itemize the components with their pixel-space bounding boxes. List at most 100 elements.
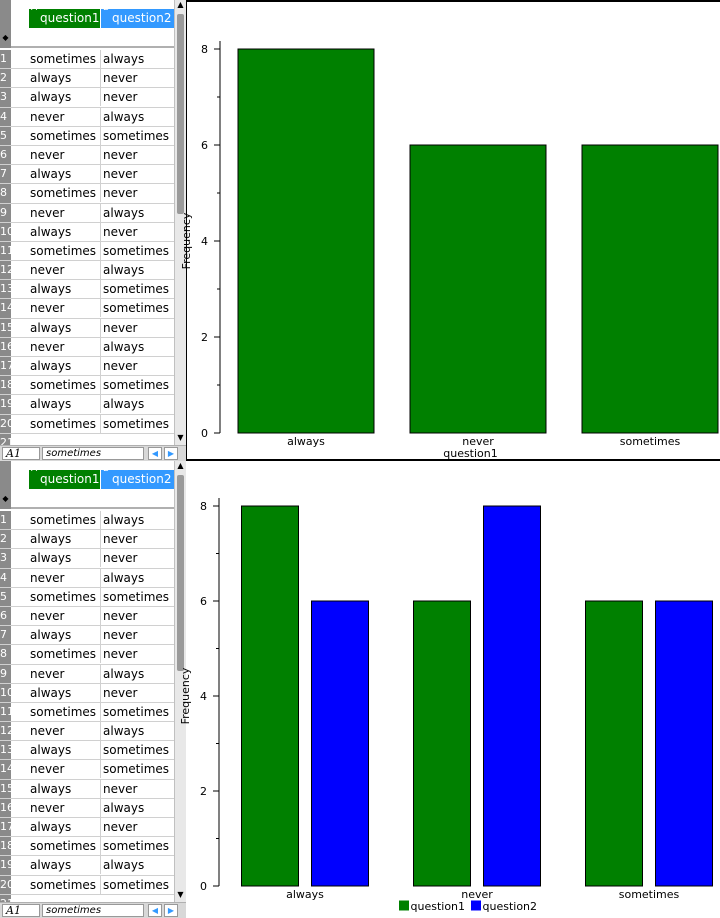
cell-question1[interactable]: never <box>29 203 101 222</box>
table-row[interactable]: 17 always never <box>0 357 174 377</box>
cell-question1[interactable]: always <box>29 395 101 414</box>
cell-question2[interactable]: never <box>101 818 174 836</box>
cell-question2[interactable]: never <box>101 165 174 183</box>
cell-question1[interactable]: sometimes <box>29 414 101 433</box>
cell-question1[interactable]: always <box>29 530 101 549</box>
bar-question1-sometimes[interactable] <box>581 144 719 434</box>
table-row[interactable]: 6 never never <box>0 145 174 166</box>
row-number[interactable]: 5 <box>0 126 11 145</box>
row-number[interactable]: 6 <box>0 606 11 626</box>
row-number[interactable]: 19 <box>0 856 14 875</box>
bar-question1-never[interactable] <box>413 600 471 887</box>
table-row[interactable]: 16 never always <box>0 798 174 818</box>
table-row[interactable]: 17 always never <box>0 818 174 838</box>
cell-question2[interactable]: never <box>101 184 174 202</box>
table-row[interactable]: 16 never always <box>0 337 174 357</box>
cell-question2[interactable]: sometimes <box>101 242 174 260</box>
row-number[interactable]: 15 <box>0 318 14 337</box>
bar-question1-always[interactable] <box>237 48 375 434</box>
row-number[interactable]: 9 <box>0 664 11 683</box>
row-number[interactable]: 5 <box>0 587 11 606</box>
table-row[interactable]: 12 never always <box>0 261 174 281</box>
spreadsheet-bottom[interactable]: A question1 B question2 ◆ 1sometimesalwa… <box>0 461 186 918</box>
cell-question1[interactable]: sometimes <box>29 241 101 260</box>
cell-question1[interactable]: never <box>29 606 101 625</box>
cell-question2[interactable]: always <box>101 665 174 683</box>
table-row[interactable]: 19 always always <box>0 856 174 876</box>
cell-question2[interactable]: never <box>101 69 174 87</box>
row-number[interactable]: 10 <box>0 683 14 702</box>
cell-question2[interactable]: never <box>101 223 174 241</box>
table-row[interactable]: 9 never always <box>0 664 174 684</box>
cell-question2[interactable]: sometimes <box>101 703 174 721</box>
cell-question1[interactable]: never <box>29 299 101 318</box>
cell-question1[interactable]: never <box>29 568 101 587</box>
cell-question1[interactable]: never <box>29 261 101 280</box>
cell-question2[interactable]: never <box>101 607 174 625</box>
row-number[interactable]: 16 <box>0 337 14 356</box>
formula-row[interactable]: ◆ <box>0 28 174 48</box>
bar-question1-never[interactable] <box>409 144 547 434</box>
row-number[interactable]: 3 <box>0 549 11 568</box>
scrollbar-thumb[interactable] <box>177 475 184 671</box>
cell-question1[interactable]: always <box>29 88 101 107</box>
scroll-left-icon[interactable]: ◀ <box>148 904 162 917</box>
cell-question1[interactable]: never <box>29 722 101 741</box>
table-row[interactable]: 7 always never <box>0 626 174 646</box>
row-number[interactable]: 12 <box>0 261 14 280</box>
cell-question2[interactable]: sometimes <box>101 415 174 433</box>
cell-question2[interactable]: always <box>101 108 174 126</box>
cell-question1[interactable]: always <box>29 280 101 299</box>
row-number[interactable]: 2 <box>0 530 11 549</box>
row-number[interactable]: 11 <box>0 241 14 261</box>
bar-question1-sometimes[interactable] <box>585 600 643 887</box>
cell-question1[interactable]: sometimes <box>29 511 101 529</box>
scroll-right-icon[interactable]: ▶ <box>164 904 178 917</box>
cell-question1[interactable]: always <box>29 741 101 760</box>
table-row[interactable]: 3 always never <box>0 88 174 108</box>
table-row[interactable]: 5 sometimes sometimes <box>0 126 174 146</box>
cell-question1[interactable]: sometimes <box>29 702 101 721</box>
bar-question2-sometimes[interactable] <box>655 600 713 887</box>
bar-question2-always[interactable] <box>311 600 369 887</box>
row-number[interactable]: 6 <box>0 145 11 165</box>
cell-question1[interactable]: always <box>29 626 101 645</box>
row-number[interactable]: 16 <box>0 798 14 817</box>
row-number[interactable]: 14 <box>0 760 14 779</box>
row-number[interactable]: 8 <box>0 645 11 664</box>
row-number[interactable]: 18 <box>0 376 14 395</box>
cell-question2[interactable]: sometimes <box>101 741 174 759</box>
table-row[interactable]: 10 always never <box>0 222 174 242</box>
table-row[interactable]: 8 sometimes never <box>0 645 174 665</box>
row-number[interactable]: 7 <box>0 165 11 184</box>
cell-question2[interactable]: always <box>101 856 174 874</box>
table-row[interactable]: 2 always never <box>0 530 174 550</box>
cell-question1[interactable]: always <box>29 69 101 88</box>
table-row[interactable]: 13 always sometimes <box>0 280 174 300</box>
cell-question1[interactable]: sometimes <box>29 50 101 68</box>
row-number[interactable]: 1 <box>0 50 11 69</box>
cell-question1[interactable]: always <box>29 165 101 184</box>
corner-cell[interactable] <box>0 0 11 28</box>
cell-question2[interactable]: sometimes <box>101 299 174 317</box>
scroll-down-icon[interactable]: ▼ <box>175 433 186 443</box>
table-row[interactable]: 6 never never <box>0 606 174 627</box>
column-header-b[interactable]: B question2 <box>101 470 174 489</box>
cell-question2[interactable]: sometimes <box>101 127 174 145</box>
cell-question2[interactable]: never <box>101 645 174 663</box>
cell-question1[interactable]: sometimes <box>29 126 101 145</box>
table-row[interactable]: 15 always never <box>0 779 174 799</box>
table-row[interactable]: 9 never always <box>0 203 174 223</box>
row-number[interactable]: 4 <box>0 107 11 126</box>
cell-question1[interactable]: never <box>29 337 101 356</box>
cell-reference[interactable]: A1 <box>2 904 40 917</box>
cell-question2[interactable]: sometimes <box>101 376 174 394</box>
row-number[interactable]: 17 <box>0 357 14 376</box>
cell-question2[interactable]: always <box>101 204 174 222</box>
cell-question2[interactable]: never <box>101 684 174 702</box>
column-header-b[interactable]: B question2 <box>101 9 174 28</box>
cell-question2[interactable]: never <box>101 530 174 548</box>
cell-question1[interactable]: never <box>29 760 101 779</box>
cell-question2[interactable]: always <box>101 395 174 413</box>
row-number[interactable]: 7 <box>0 626 11 645</box>
